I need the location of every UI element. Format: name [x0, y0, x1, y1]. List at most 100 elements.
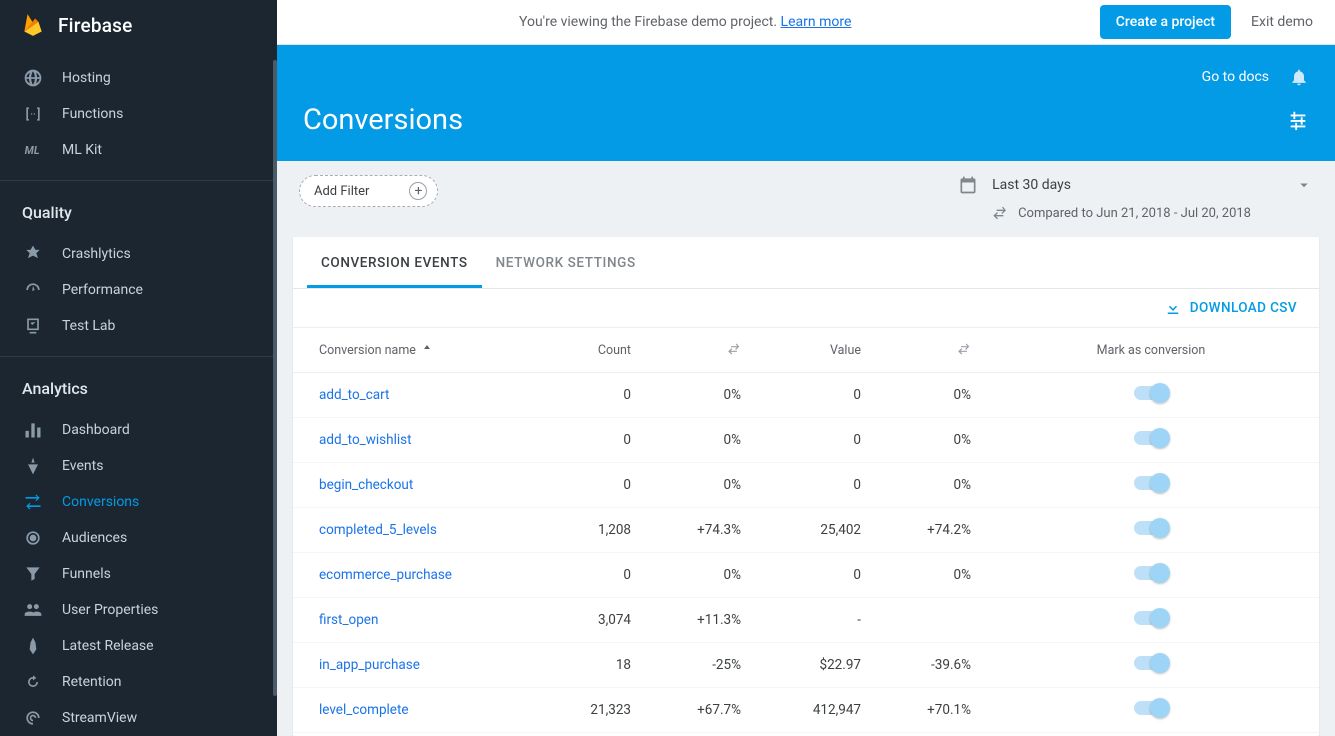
sidebar-header-analytics: Analytics: [0, 361, 277, 408]
latest-release-icon: [22, 635, 44, 657]
value-cell: 412,947: [753, 688, 873, 733]
functions-icon: [22, 103, 44, 125]
brand[interactable]: Firebase: [0, 0, 277, 56]
count-delta-cell: -25%: [643, 643, 753, 688]
conversions-table: Conversion name Count Value Mark as conv…: [293, 328, 1319, 733]
brand-name: Firebase: [58, 14, 133, 37]
conversions-card: CONVERSION EVENTS NETWORK SETTINGS DOWNL…: [293, 237, 1319, 736]
col-header-value[interactable]: Value: [753, 328, 873, 373]
svg-text:ML: ML: [25, 144, 40, 157]
mark-cell: [983, 643, 1319, 688]
download-csv-button[interactable]: DOWNLOAD CSV: [1164, 299, 1297, 317]
value-delta-cell: -39.6%: [873, 643, 983, 688]
conversion-name-link[interactable]: add_to_wishlist: [293, 418, 523, 463]
sidebar-header-quality: Quality: [0, 185, 277, 232]
compare-icon: [957, 342, 971, 356]
table-row: add_to_cart00%00%: [293, 373, 1319, 418]
conversion-name-link[interactable]: first_open: [293, 598, 523, 643]
mark-toggle[interactable]: [1134, 701, 1168, 715]
sidebar-item-latest-release[interactable]: Latest Release: [0, 628, 277, 664]
value-delta-cell: 0%: [873, 463, 983, 508]
plus-icon: +: [409, 182, 427, 200]
crashlytics-icon: [22, 243, 44, 265]
conversion-name-link[interactable]: ecommerce_purchase: [293, 553, 523, 598]
mark-toggle[interactable]: [1134, 521, 1168, 535]
mark-toggle[interactable]: [1134, 431, 1168, 445]
streamview-icon: [22, 707, 44, 729]
sidebar-item-functions[interactable]: Functions: [0, 96, 277, 132]
sidebar-item-streamview[interactable]: StreamView: [0, 700, 277, 736]
value-cell: 0: [753, 463, 873, 508]
sidebar-item-hosting[interactable]: Hosting: [0, 60, 277, 96]
mark-toggle[interactable]: [1134, 611, 1168, 625]
caret-down-icon: [1295, 176, 1313, 194]
date-range-selector[interactable]: Last 30 days: [958, 175, 1313, 195]
table-row: first_open3,074+11.3%-: [293, 598, 1319, 643]
value-delta-cell: 0%: [873, 553, 983, 598]
sort-asc-icon: [421, 343, 433, 355]
retention-icon: [22, 671, 44, 693]
sidebar-item-crashlytics[interactable]: Crashlytics: [0, 236, 277, 272]
col-header-mark: Mark as conversion: [983, 328, 1319, 373]
mark-toggle[interactable]: [1134, 656, 1168, 670]
count-cell: 0: [523, 418, 643, 463]
main: You're viewing the Firebase demo project…: [277, 0, 1335, 736]
performance-icon: [22, 279, 44, 301]
count-cell: 0: [523, 463, 643, 508]
value-delta-cell: 0%: [873, 373, 983, 418]
sidebar-item-label: StreamView: [62, 710, 137, 726]
sidebar-item-testlab[interactable]: Test Lab: [0, 308, 277, 344]
conversion-name-link[interactable]: begin_checkout: [293, 463, 523, 508]
count-cell: 3,074: [523, 598, 643, 643]
sidebar-item-retention[interactable]: Retention: [0, 664, 277, 700]
sidebar-item-dashboard[interactable]: Dashboard: [0, 412, 277, 448]
sidebar-item-label: Functions: [62, 106, 123, 122]
tabs: CONVERSION EVENTS NETWORK SETTINGS: [293, 237, 1319, 289]
col-header-value-delta: [873, 328, 983, 373]
go-to-docs-link[interactable]: Go to docs: [1202, 69, 1269, 85]
demo-text: You're viewing the Firebase demo project…: [519, 14, 781, 30]
count-delta-cell: 0%: [643, 418, 753, 463]
mark-toggle[interactable]: [1134, 476, 1168, 490]
funnels-icon: [22, 563, 44, 585]
col-header-count[interactable]: Count: [523, 328, 643, 373]
tab-conversion-events[interactable]: CONVERSION EVENTS: [307, 237, 482, 288]
control-bar: Add Filter + Last 30 days Compared to Ju…: [277, 161, 1335, 229]
sidebar-item-funnels[interactable]: Funnels: [0, 556, 277, 592]
learn-more-link[interactable]: Learn more: [781, 14, 852, 30]
sidebar-item-label: Retention: [62, 674, 122, 690]
calendar-icon: [958, 175, 978, 195]
download-icon: [1164, 299, 1182, 317]
table-row: begin_checkout00%00%: [293, 463, 1319, 508]
tab-network-settings[interactable]: NETWORK SETTINGS: [482, 237, 650, 288]
sidebar-item-label: Performance: [62, 282, 143, 298]
sidebar-item-events[interactable]: Events: [0, 448, 277, 484]
sidebar-item-label: Audiences: [62, 530, 127, 546]
tune-icon[interactable]: [1287, 109, 1309, 131]
mark-toggle[interactable]: [1134, 566, 1168, 580]
exit-demo-link[interactable]: Exit demo: [1251, 14, 1313, 30]
create-project-button[interactable]: Create a project: [1100, 5, 1231, 39]
conversion-name-link[interactable]: in_app_purchase: [293, 643, 523, 688]
mark-cell: [983, 418, 1319, 463]
add-filter-button[interactable]: Add Filter +: [299, 175, 438, 207]
demo-banner: You're viewing the Firebase demo project…: [519, 14, 851, 30]
col-header-name[interactable]: Conversion name: [293, 328, 523, 373]
mark-cell: [983, 553, 1319, 598]
notifications-icon[interactable]: [1289, 67, 1309, 87]
sidebar-item-user-properties[interactable]: User Properties: [0, 592, 277, 628]
sidebar-item-label: Crashlytics: [62, 246, 131, 262]
conversion-name-link[interactable]: level_complete: [293, 688, 523, 733]
sidebar-item-label: Hosting: [62, 70, 111, 86]
count-delta-cell: +74.3%: [643, 508, 753, 553]
sidebar-item-conversions[interactable]: Conversions: [0, 484, 277, 520]
conversion-name-link[interactable]: completed_5_levels: [293, 508, 523, 553]
sidebar-item-audiences[interactable]: Audiences: [0, 520, 277, 556]
conversion-name-link[interactable]: add_to_cart: [293, 373, 523, 418]
sidebar-item-mlkit[interactable]: ML ML Kit: [0, 132, 277, 168]
count-delta-cell: 0%: [643, 463, 753, 508]
sidebar-item-performance[interactable]: Performance: [0, 272, 277, 308]
value-cell: $22.97: [753, 643, 873, 688]
compare-icon: [727, 342, 741, 356]
mark-toggle[interactable]: [1134, 386, 1168, 400]
